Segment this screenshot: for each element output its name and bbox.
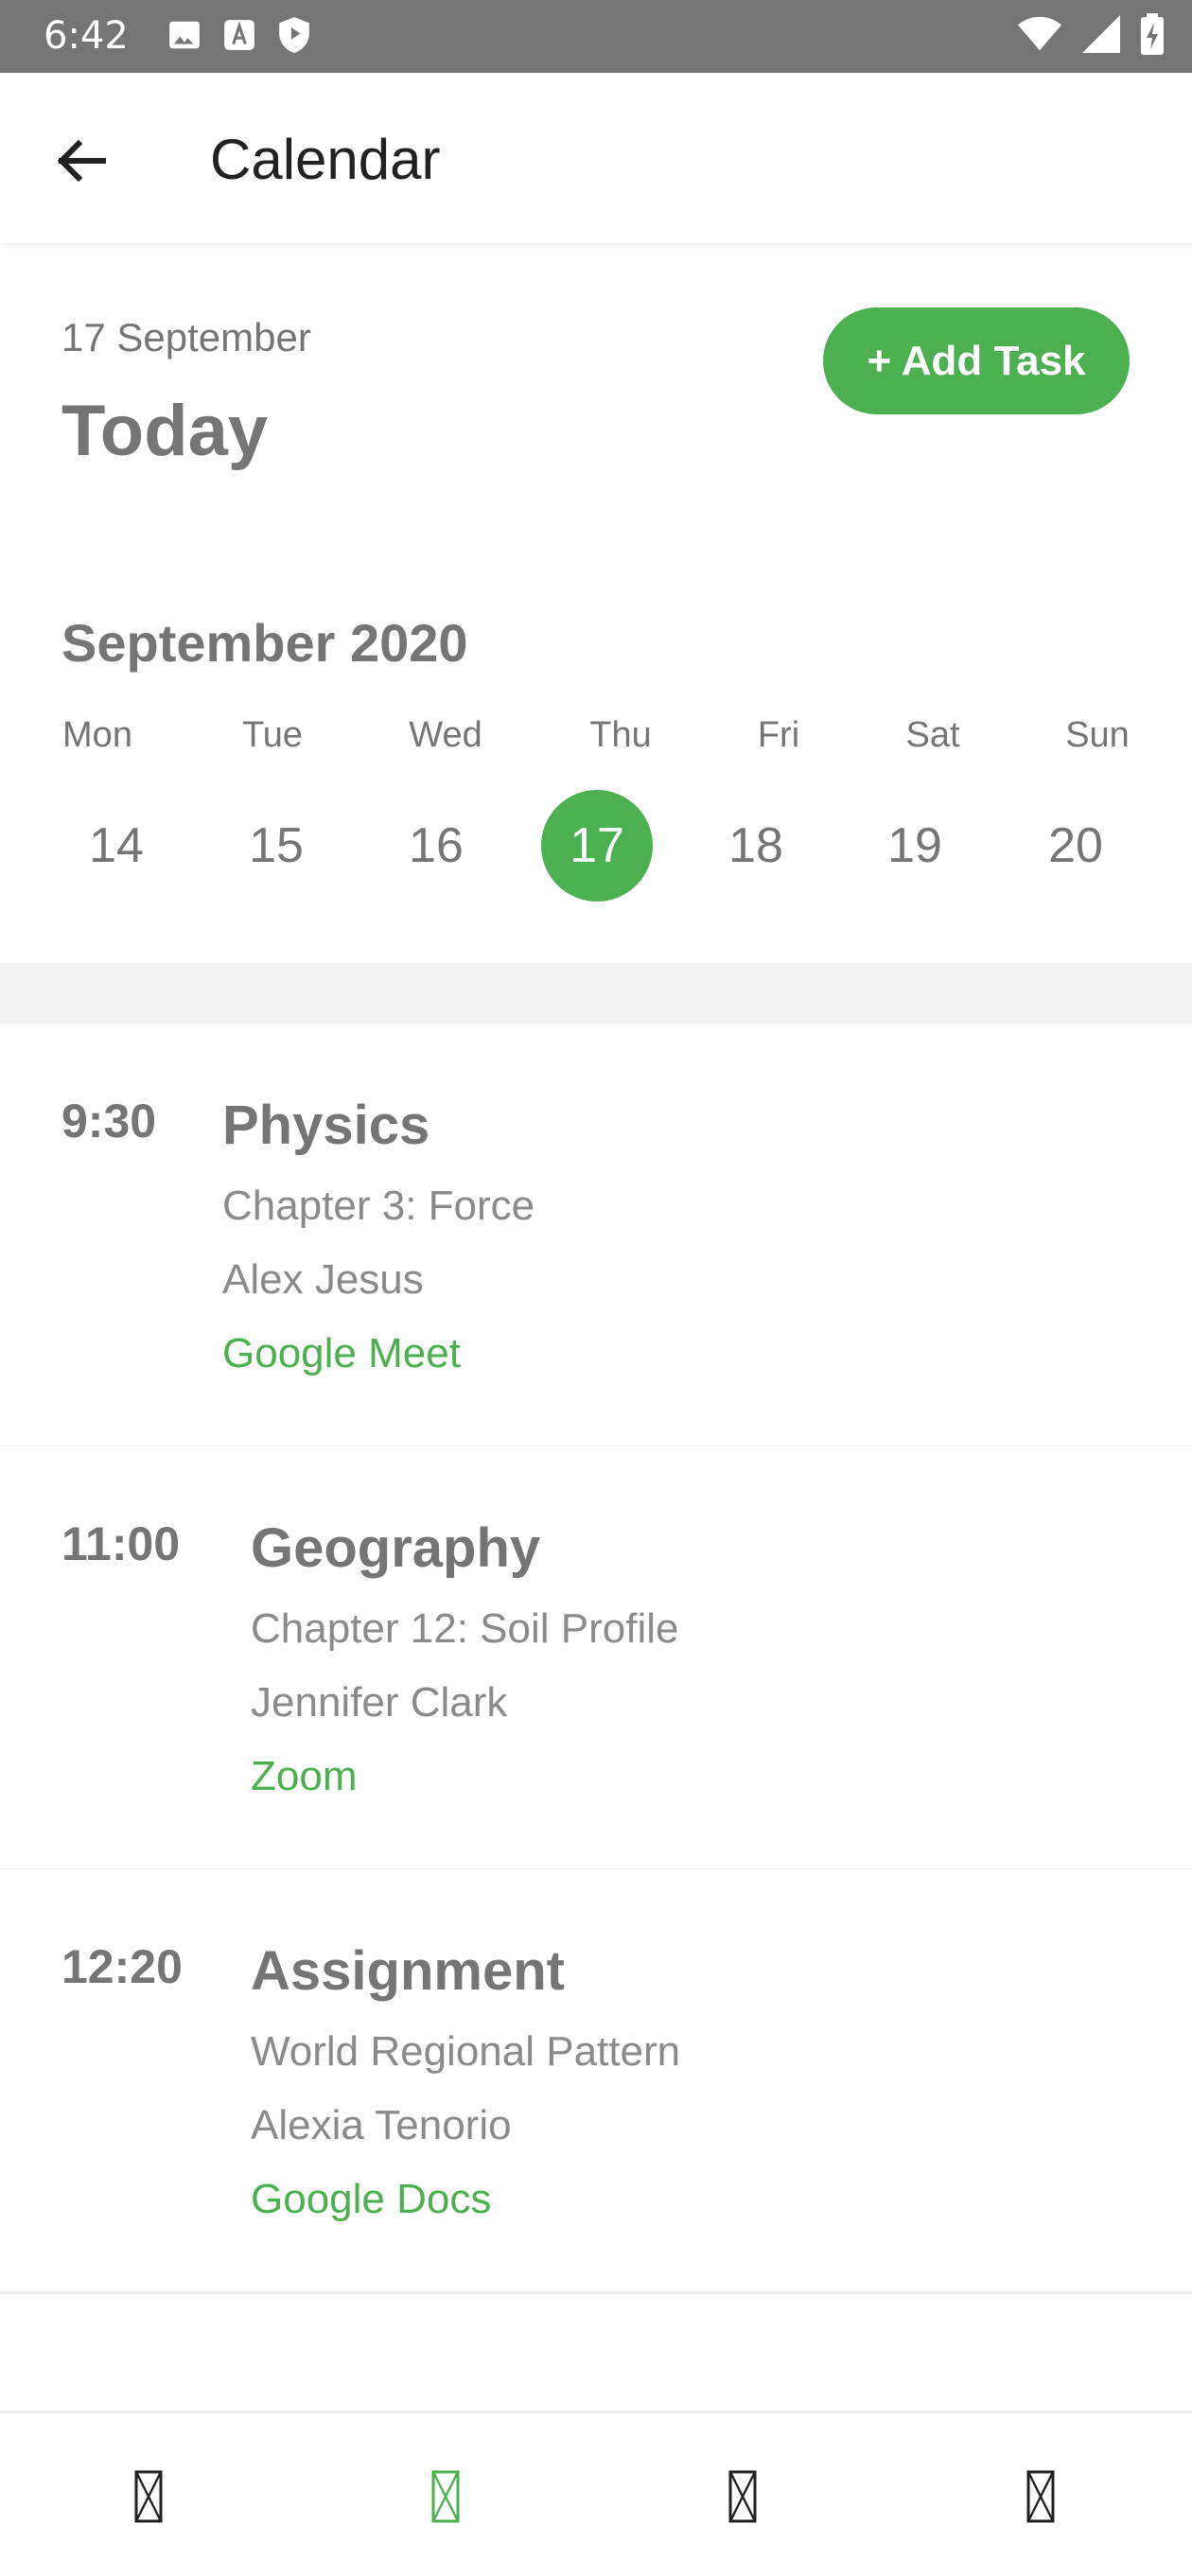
weekday-thu: Thu: [589, 715, 652, 755]
month-title: September 2020: [61, 613, 468, 673]
event-time: 11:00: [61, 1517, 181, 1570]
wifi-icon: [1018, 15, 1061, 58]
nav-item-2-active[interactable]: [417, 2465, 474, 2532]
event-chapter: Chapter 3: Force: [222, 1183, 535, 1229]
day-20[interactable]: 20: [1020, 790, 1131, 902]
event-chapter: World Regional Pattern: [251, 2028, 681, 2075]
weekday-row: Mon Tue Wed Thu Fri Sat Sun: [0, 711, 1192, 768]
image-icon: [167, 17, 202, 58]
event-title: Assignment: [251, 1940, 565, 2002]
weekday-mon: Mon: [62, 715, 132, 755]
status-time: 6:42: [44, 14, 129, 58]
event-body: Physics Chapter 3: Force Alex Jesus Goog…: [222, 1092, 535, 1381]
event-platform-link[interactable]: Google Meet: [222, 1326, 535, 1381]
bottom-nav: [0, 2410, 1192, 2576]
event-teacher: Alexia Tenorio: [251, 2102, 512, 2148]
event-platform-link[interactable]: Google Docs: [251, 2172, 680, 2227]
event-teacher: Alex Jesus: [222, 1256, 424, 1303]
weekday-wed: Wed: [409, 715, 482, 755]
nav-icon-4: [1026, 2470, 1055, 2528]
weekday-sat: Sat: [905, 715, 960, 755]
app-bar: Calendar: [0, 73, 1192, 243]
event-card[interactable]: 11:00 Geography Chapter 12: Soil Profile…: [0, 1446, 1192, 1871]
days-row: 14 15 16 17 18 19 20: [0, 790, 1192, 903]
event-chapter: Chapter 12: Soil Profile: [251, 1605, 679, 1652]
event-time: 12:20: [61, 1940, 183, 1993]
nav-icon-1: [134, 2470, 163, 2528]
nav-item-3[interactable]: [714, 2465, 771, 2532]
shield-play-icon: [276, 15, 312, 60]
event-time: 9:30: [61, 1095, 157, 1148]
back-button[interactable]: [38, 120, 123, 205]
section-divider: [0, 963, 1192, 1024]
day-16[interactable]: 16: [380, 790, 492, 902]
event-body: Geography Chapter 12: Soil Profile Jenni…: [251, 1515, 678, 1804]
day-18[interactable]: 18: [700, 790, 812, 902]
nav-icon-3: [728, 2470, 757, 2528]
status-right-icons: [1018, 13, 1164, 60]
nav-icon-2: [431, 2470, 460, 2528]
day-19[interactable]: 19: [859, 790, 971, 902]
arrow-left-icon: [54, 138, 107, 188]
current-date: 17 September: [61, 315, 311, 359]
day-14[interactable]: 14: [61, 790, 172, 902]
nav-item-1[interactable]: [120, 2465, 177, 2532]
event-card[interactable]: 9:30 Physics Chapter 3: Force Alex Jesus…: [0, 1024, 1192, 1448]
event-card[interactable]: 12:20 Assignment World Regional Pattern …: [0, 1869, 1192, 2294]
day-17-selected[interactable]: 17: [541, 790, 653, 902]
status-bar: 6:42: [0, 0, 1192, 73]
event-platform-link[interactable]: Zoom: [251, 1749, 678, 1804]
event-body: Assignment World Regional Pattern Alexia…: [251, 1937, 680, 2227]
event-teacher: Jennifer Clark: [251, 1679, 508, 1726]
today-heading: Today: [61, 391, 269, 471]
add-task-button[interactable]: + Add Task: [823, 307, 1130, 414]
text-a-icon: [221, 17, 257, 58]
weekday-tue: Tue: [241, 715, 304, 755]
status-left-icons: [167, 15, 312, 60]
day-15[interactable]: 15: [220, 790, 332, 902]
signal-icon: [1082, 15, 1120, 58]
weekday-fri: Fri: [757, 715, 800, 755]
weekday-sun: Sun: [1065, 715, 1130, 755]
nav-item-4[interactable]: [1012, 2465, 1069, 2532]
event-title: Geography: [251, 1517, 541, 1579]
page-title: Calendar: [210, 128, 441, 191]
battery-charging-icon: [1141, 13, 1164, 60]
event-title: Physics: [222, 1095, 430, 1156]
